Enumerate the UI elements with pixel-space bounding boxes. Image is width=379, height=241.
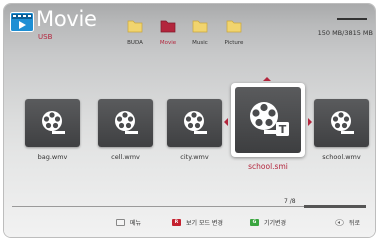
selection-frame: T — [231, 83, 305, 157]
file-name: school.wmv — [322, 153, 361, 161]
file-name: school.smi — [248, 162, 288, 171]
file-name: bag.wmv — [37, 153, 68, 161]
file-item[interactable]: bag.wmv — [25, 99, 80, 161]
red-key-icon: R — [172, 219, 181, 226]
folder-picture[interactable]: Picture — [219, 18, 249, 46]
thumbnail — [98, 99, 153, 147]
folder-music[interactable]: Music — [185, 18, 215, 46]
folder-icon — [160, 20, 176, 33]
thumbnail — [25, 99, 80, 147]
folder-movie[interactable]: Movie — [153, 18, 183, 46]
storage-indicator — [337, 18, 367, 20]
media-browser-screen: Movie USB BUDA Movie Music Picture 150 M… — [4, 4, 375, 237]
folder-icon — [192, 20, 208, 33]
menu-key-icon — [116, 219, 125, 226]
folder-label: Music — [192, 40, 208, 46]
file-item[interactable]: city.wmv — [167, 99, 222, 161]
folder-icon — [226, 20, 242, 33]
page-title: Movie — [36, 7, 97, 31]
folder-label: BUDA — [127, 40, 143, 46]
nav-up-arrow-icon — [263, 77, 271, 81]
file-item-selected[interactable]: T school.smi — [231, 83, 305, 171]
hint-view-mode[interactable]: R 보기 모드 변경 — [172, 218, 223, 227]
file-name: city.wmv — [180, 153, 209, 161]
film-reel-icon — [183, 111, 207, 134]
thumbnail: T — [235, 87, 301, 153]
hint-label: 기기변경 — [264, 220, 287, 227]
hint-menu[interactable]: 메뉴 — [116, 218, 141, 227]
source-device-label: USB — [38, 33, 53, 41]
folder-label: Movie — [159, 40, 177, 46]
svg-text:T: T — [279, 123, 287, 136]
file-item[interactable]: school.wmv — [314, 99, 369, 161]
subtitle-file-icon: T — [250, 102, 289, 136]
thumbnail — [167, 99, 222, 147]
page-scrollbar-thumb[interactable] — [304, 205, 366, 208]
folder-buda[interactable]: BUDA — [120, 18, 150, 46]
folder-icon — [127, 20, 143, 33]
hint-device-change[interactable]: G 기기변경 — [250, 218, 286, 227]
thumbnail — [314, 99, 369, 147]
hint-label: 뒤로 — [349, 220, 361, 227]
film-app-icon — [10, 12, 34, 32]
back-key-icon — [335, 219, 344, 226]
hint-label: 메뉴 — [130, 220, 142, 227]
film-reel-icon — [41, 111, 65, 134]
page-counter: 7 /8 — [284, 198, 296, 205]
file-item[interactable]: cell.wmv — [98, 99, 153, 161]
hint-label: 보기 모드 변경 — [186, 220, 223, 227]
storage-usage: 150 MB/3815 MB — [317, 29, 373, 37]
green-key-icon: G — [250, 219, 259, 226]
nav-right-arrow-icon — [308, 118, 312, 126]
hint-back[interactable]: 뒤로 — [335, 218, 360, 227]
film-reel-icon — [330, 111, 354, 134]
file-name: cell.wmv — [111, 153, 140, 161]
folder-label: Picture — [224, 40, 244, 46]
nav-left-arrow-icon — [224, 118, 228, 126]
film-reel-icon — [114, 111, 138, 134]
